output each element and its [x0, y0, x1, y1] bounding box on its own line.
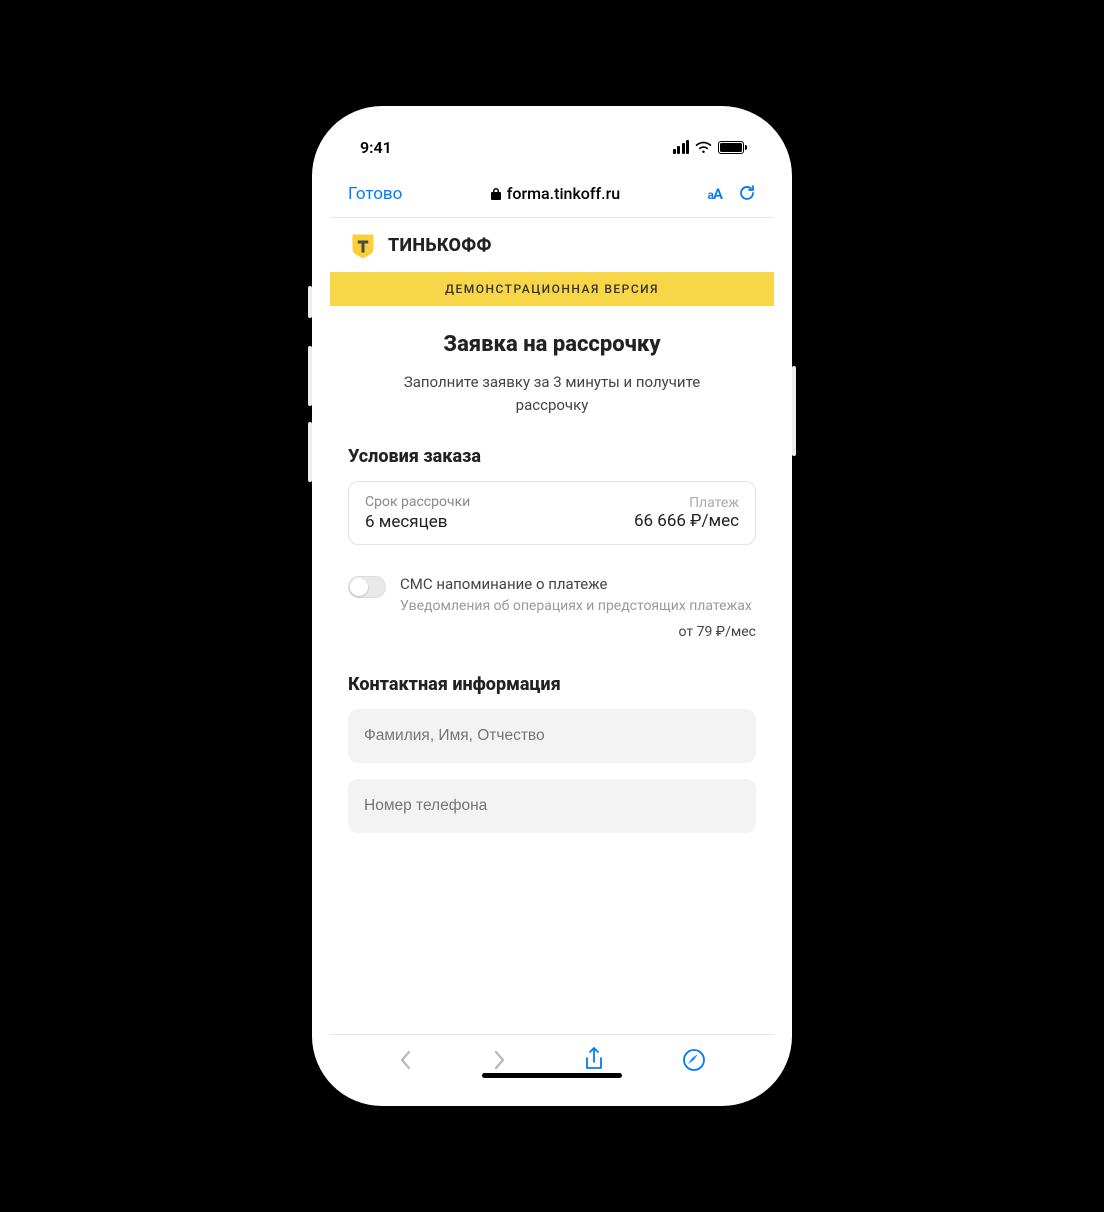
done-button[interactable]: Готово	[348, 184, 402, 204]
sms-title: СМС напоминание о платеже	[400, 575, 756, 593]
brand-name: ТИНЬКОФФ	[388, 235, 492, 256]
forward-button[interactable]	[491, 1048, 507, 1072]
installment-term-card[interactable]: Срок рассрочки 6 месяцев Платеж 66 666 ₽…	[348, 481, 756, 545]
sms-reminder-row: СМС напоминание о платеже Уведомления об…	[348, 575, 756, 640]
status-time: 9:41	[360, 138, 392, 157]
page-subtitle: Заполните заявку за 3 минуты и получите …	[348, 371, 756, 416]
fullname-input[interactable]	[348, 709, 756, 763]
power-button	[792, 366, 796, 456]
browser-address-bar: Готово forma.tinkoff.ru aA	[330, 170, 774, 218]
sms-toggle[interactable]	[348, 576, 386, 598]
volume-down-button	[308, 422, 312, 482]
cellular-icon	[673, 140, 690, 154]
contact-header: Контактная информация	[348, 674, 756, 695]
payment-label: Платеж	[634, 495, 739, 511]
screen: 9:41 Готово forma.tinkoff.ru aA	[330, 124, 774, 1088]
form-content: Заявка на рассрочку Заполните заявку за …	[330, 306, 774, 1034]
page-content: ТИНЬКОФФ ДЕМОНСТРАЦИОННАЯ ВЕРСИЯ Заявка …	[330, 218, 774, 1088]
notch	[457, 124, 647, 154]
mute-switch	[308, 286, 312, 318]
reload-icon[interactable]	[738, 184, 756, 204]
browser-toolbar	[330, 1034, 774, 1088]
status-icons	[673, 140, 745, 154]
term-label: Срок рассрочки	[365, 494, 470, 510]
phone-frame: 9:41 Готово forma.tinkoff.ru aA	[312, 106, 792, 1106]
tinkoff-logo-icon	[348, 230, 378, 260]
brand-header: ТИНЬКОФФ	[330, 218, 774, 272]
demo-banner: ДЕМОНСТРАЦИОННАЯ ВЕРСИЯ	[330, 272, 774, 306]
sms-description: Уведомления об операциях и предстоящих п…	[400, 597, 756, 616]
url-display[interactable]: forma.tinkoff.ru	[490, 184, 620, 203]
back-button[interactable]	[398, 1048, 414, 1072]
payment-value: 66 666 ₽/мес	[634, 511, 739, 531]
battery-icon	[718, 141, 744, 154]
phone-input[interactable]	[348, 779, 756, 833]
url-text: forma.tinkoff.ru	[507, 184, 620, 203]
wifi-icon	[695, 141, 712, 154]
volume-up-button	[308, 346, 312, 406]
safari-icon[interactable]	[682, 1048, 706, 1072]
term-value: 6 месяцев	[365, 512, 470, 532]
home-indicator[interactable]	[482, 1073, 622, 1078]
page-title: Заявка на рассрочку	[348, 332, 756, 357]
terms-header: Условия заказа	[348, 446, 756, 467]
text-size-button[interactable]: aA	[708, 185, 722, 203]
sms-price: от 79 ₽/мес	[400, 624, 756, 640]
share-button[interactable]	[583, 1047, 605, 1073]
lock-icon	[490, 187, 502, 201]
